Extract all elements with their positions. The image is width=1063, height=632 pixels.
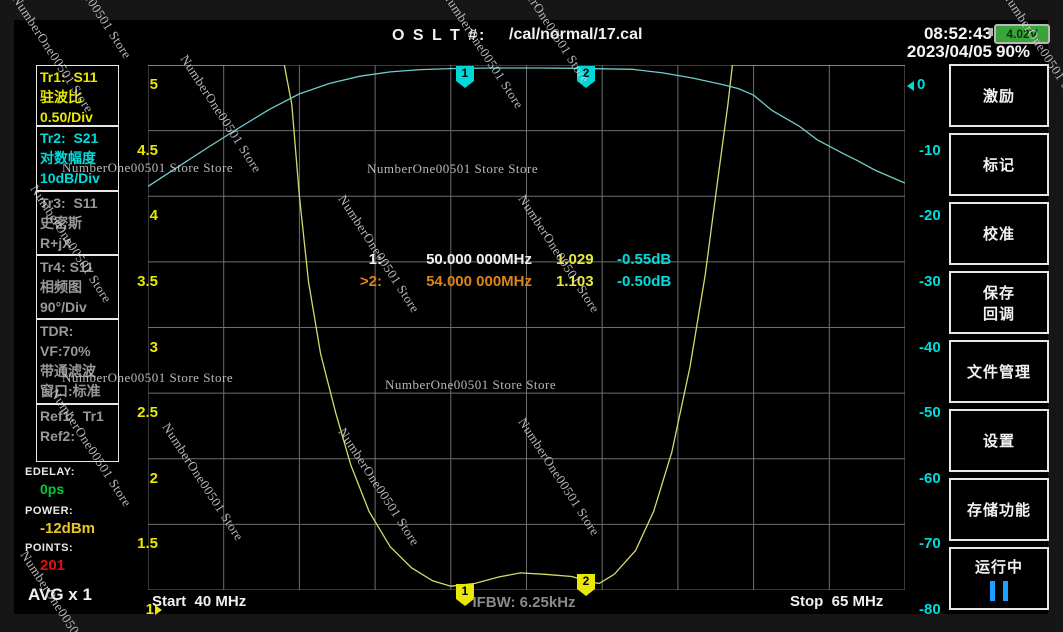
left-axis-tick: 4.5 [137, 141, 158, 159]
stop-frequency[interactable]: Stop 65 MHz [790, 593, 883, 610]
points-value: 201 [40, 557, 66, 574]
battery-icon: 4.02V [994, 24, 1050, 44]
menu-button-label: 运行中 [974, 559, 1023, 576]
trace-box-3[interactable]: Tr3: S11 史密斯 R+jX [36, 191, 119, 255]
marker-2-flag-s21-tip [576, 81, 595, 88]
menu-button-label: 标记 [982, 157, 1015, 174]
right-axis-tick: -20 [919, 207, 941, 225]
left-axis-tick: 3 [149, 338, 158, 356]
left-axis-tick: 5 [149, 76, 158, 93]
menu-button-4[interactable]: 保存 回调 [949, 271, 1049, 334]
marker-vswr-value: 1.103 [556, 273, 594, 290]
measurement-chart[interactable] [148, 65, 905, 590]
tdr-line: TDR: [40, 323, 74, 339]
ref-settings-box[interactable]: Ref1: Tr1 Ref2: [36, 404, 119, 462]
trace-box-line: 驻波比 [40, 89, 82, 105]
trace-box-line: 0.50/Div [40, 109, 93, 125]
trace-box-2[interactable]: Tr2: S21 对数幅度 10dB/Div [36, 126, 119, 191]
menu-button-7[interactable]: 存储功能 [949, 478, 1049, 541]
tdr-line: VF:70% [40, 343, 91, 359]
marker-2-flag-s21[interactable]: 2 [576, 66, 595, 81]
avg-indicator: AVG x 1 [28, 585, 92, 604]
start-frequency[interactable]: Start 40 MHz [152, 593, 246, 610]
marker-frequency: 54.000 000MHz [426, 273, 532, 290]
db-ref-marker-icon [907, 81, 914, 91]
edelay-label: EDELAY: [25, 466, 75, 478]
marker-1-flag-s21-tip [455, 81, 474, 88]
trace-box-line: 90°/Div [40, 299, 87, 315]
menu-button-label: 保存 [982, 284, 1015, 302]
menu-button-3[interactable]: 校准 [949, 202, 1049, 265]
device-screen: O S L T #: /cal/normal/17.cal 08:52:43 2… [14, 20, 1050, 618]
menu-button-label: 回调 [982, 305, 1015, 323]
left-axis-tick: 4 [149, 207, 158, 225]
right-axis-tick: -80 [919, 601, 941, 618]
tdr-settings-box[interactable]: TDR: VF:70% 带通滤波 窗口:标准 [36, 319, 119, 404]
ref-line: Ref2: [40, 428, 76, 444]
left-axis-tick: 2 [149, 469, 158, 487]
trace-box-line: Tr1: S11 [40, 69, 98, 85]
tdr-line: 窗口:标准 [40, 383, 101, 399]
menu-button-1[interactable]: 激励 [949, 64, 1049, 127]
trace-box-4[interactable]: Tr4: S11 相频图 90°/Div [36, 255, 119, 319]
battery-percent: 90% [996, 42, 1031, 61]
tdr-line: 带通滤波 [40, 363, 96, 379]
marker-label: >2: [359, 273, 382, 290]
menu-button-label: 存储功能 [966, 502, 1031, 519]
marker-db-value: -0.55dB [617, 251, 672, 268]
right-axis-tick: 0 [917, 76, 926, 93]
clock-time: 08:52:43 [923, 24, 992, 43]
menu-button-6[interactable]: 设置 [949, 409, 1049, 472]
right-axis-tick: -50 [919, 404, 941, 422]
left-axis-tick: 2.5 [137, 404, 158, 422]
menu-button-label: 文件管理 [966, 364, 1031, 381]
power-label: POWER: [25, 505, 74, 517]
pause-icon [990, 581, 1008, 601]
trace-box-line: 对数幅度 [40, 150, 96, 166]
marker-1-flag-s21[interactable]: 1 [455, 66, 474, 81]
oslt-label: O S L T #: [392, 27, 487, 44]
trace-box-line: 史密斯 [40, 215, 82, 231]
menu-button-2[interactable]: 标记 [949, 133, 1049, 196]
left-axis-tick: 1 [145, 601, 154, 618]
menu-button-label: 校准 [982, 226, 1015, 243]
trace-box-1[interactable]: Tr1: S11 驻波比 0.50/Div [36, 65, 119, 126]
right-axis-tick: -60 [919, 469, 941, 487]
ifbw-value[interactable]: IFBW: 6.25kHz [354, 594, 694, 611]
cal-path[interactable]: /cal/normal/17.cal [509, 26, 642, 44]
trace-box-line: R+jX [40, 235, 72, 251]
trace-box-line: Tr4: S11 [40, 259, 94, 275]
trace-box-line: Tr3: S11 [40, 195, 98, 211]
ref-line: Ref1: Tr1 [40, 408, 104, 424]
marker-2-flag-vswr[interactable]: 2 [576, 574, 595, 590]
trace-box-line: 10dB/Div [40, 170, 100, 186]
clock-date: 2023/04/05 [906, 42, 992, 61]
vna-app: O S L T #: /cal/normal/17.cal 08:52:43 2… [0, 0, 1063, 632]
right-axis-tick: -70 [919, 535, 941, 553]
trace-box-line: 相频图 [40, 279, 82, 295]
marker-db-value: -0.50dB [617, 273, 672, 290]
battery-nub [989, 28, 993, 36]
left-axis-tick: 1.5 [137, 535, 158, 553]
menu-button-8[interactable]: 运行中 [949, 547, 1049, 610]
menu-button-5[interactable]: 文件管理 [949, 340, 1049, 403]
menu-button-label: 激励 [982, 88, 1015, 105]
edelay-value: 0ps [40, 481, 65, 497]
trace-box-line: Tr2: S21 [40, 130, 99, 146]
points-label: POINTS: [25, 542, 74, 554]
right-axis-tick: -40 [919, 338, 941, 356]
marker-vswr-value: 1.029 [556, 251, 594, 268]
right-axis-tick: -30 [919, 272, 941, 290]
left-axis-tick: 3.5 [137, 272, 158, 290]
marker-frequency: 50.000 000MHz [426, 251, 532, 268]
power-value: -12dBm [40, 520, 96, 537]
marker-label: 1: [368, 251, 382, 268]
right-axis-tick: -10 [919, 141, 941, 159]
menu-button-label: 设置 [982, 433, 1015, 450]
